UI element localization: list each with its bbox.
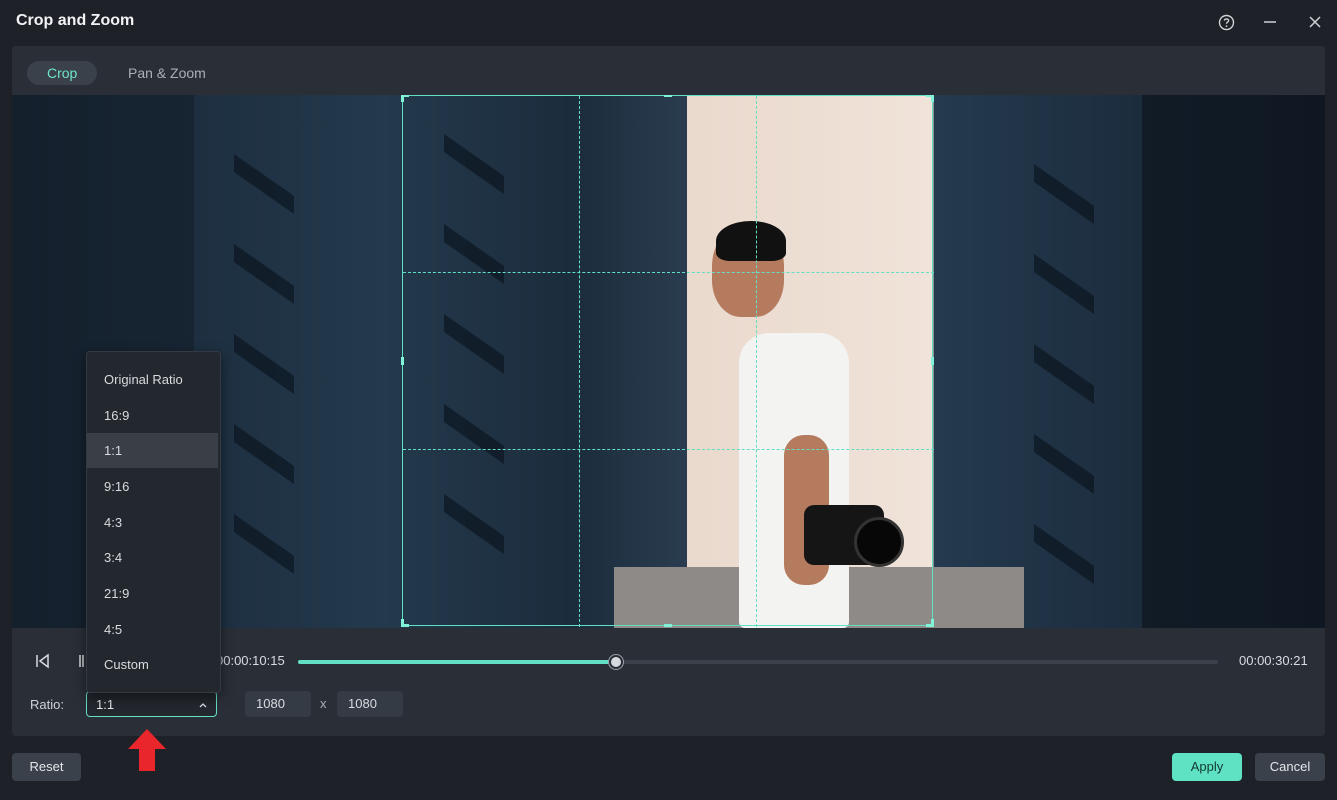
reset-button[interactable]: Reset xyxy=(12,753,81,781)
window-title: Crop and Zoom xyxy=(16,12,135,29)
grid-line xyxy=(756,96,757,627)
timeline-track[interactable] xyxy=(298,655,1218,669)
ratio-dropdown-menu: Original Ratio 16:9 1:1 9:16 4:3 3:4 21:… xyxy=(86,351,221,693)
chevron-up-icon xyxy=(198,696,208,713)
crop-handle-right[interactable] xyxy=(931,357,934,365)
minimize-icon[interactable] xyxy=(1258,10,1282,34)
ratio-option-4-5[interactable]: 4:5 xyxy=(87,612,218,647)
tab-bar: Crop Pan & Zoom xyxy=(12,46,1325,95)
ratio-option-16-9[interactable]: 16:9 xyxy=(87,398,218,433)
current-time: 00:00:10:15 xyxy=(216,653,285,668)
annotation-arrow-icon xyxy=(128,729,166,771)
apply-button[interactable]: Apply xyxy=(1172,753,1242,781)
total-time: 00:00:30:21 xyxy=(1239,653,1308,668)
crop-handle-bottom-left[interactable] xyxy=(401,619,404,627)
ratio-option-3-4[interactable]: 3:4 xyxy=(87,540,218,575)
title-bar: Crop and Zoom xyxy=(0,0,1337,44)
ratio-option-9-16[interactable]: 9:16 xyxy=(87,469,218,504)
grid-line xyxy=(579,96,580,627)
crop-handle-bottom[interactable] xyxy=(664,624,672,627)
ratio-label: Ratio: xyxy=(30,697,64,712)
width-input[interactable]: 1080 xyxy=(245,691,311,717)
ratio-select-value: 1:1 xyxy=(96,697,115,712)
crop-handle-top[interactable] xyxy=(664,95,672,97)
height-input[interactable]: 1080 xyxy=(337,691,403,717)
ratio-option-4-3[interactable]: 4:3 xyxy=(87,505,218,540)
ratio-option-original[interactable]: Original Ratio xyxy=(87,362,218,397)
timeline-thumb[interactable] xyxy=(609,655,624,669)
crop-frame[interactable] xyxy=(401,95,934,627)
cancel-button[interactable]: Cancel xyxy=(1255,753,1325,781)
timeline-progress xyxy=(298,660,617,664)
dimension-separator: x xyxy=(320,696,327,711)
ratio-select[interactable]: 1:1 xyxy=(86,691,217,717)
ratio-option-custom[interactable]: Custom xyxy=(87,647,218,682)
grid-line xyxy=(403,449,934,450)
crop-handle-top-left[interactable] xyxy=(401,95,404,102)
grid-line xyxy=(403,272,934,273)
tab-pan-zoom[interactable]: Pan & Zoom xyxy=(108,61,226,85)
crop-handle-top-right[interactable] xyxy=(931,95,934,102)
help-icon[interactable] xyxy=(1214,10,1238,34)
prev-frame-icon[interactable] xyxy=(34,653,50,674)
crop-handle-bottom-right[interactable] xyxy=(931,619,934,627)
tab-crop[interactable]: Crop xyxy=(27,61,98,85)
close-icon[interactable] xyxy=(1303,10,1327,34)
crop-handle-left[interactable] xyxy=(401,357,404,365)
ratio-option-21-9[interactable]: 21:9 xyxy=(87,576,218,611)
ratio-option-1-1[interactable]: 1:1 xyxy=(87,433,218,468)
